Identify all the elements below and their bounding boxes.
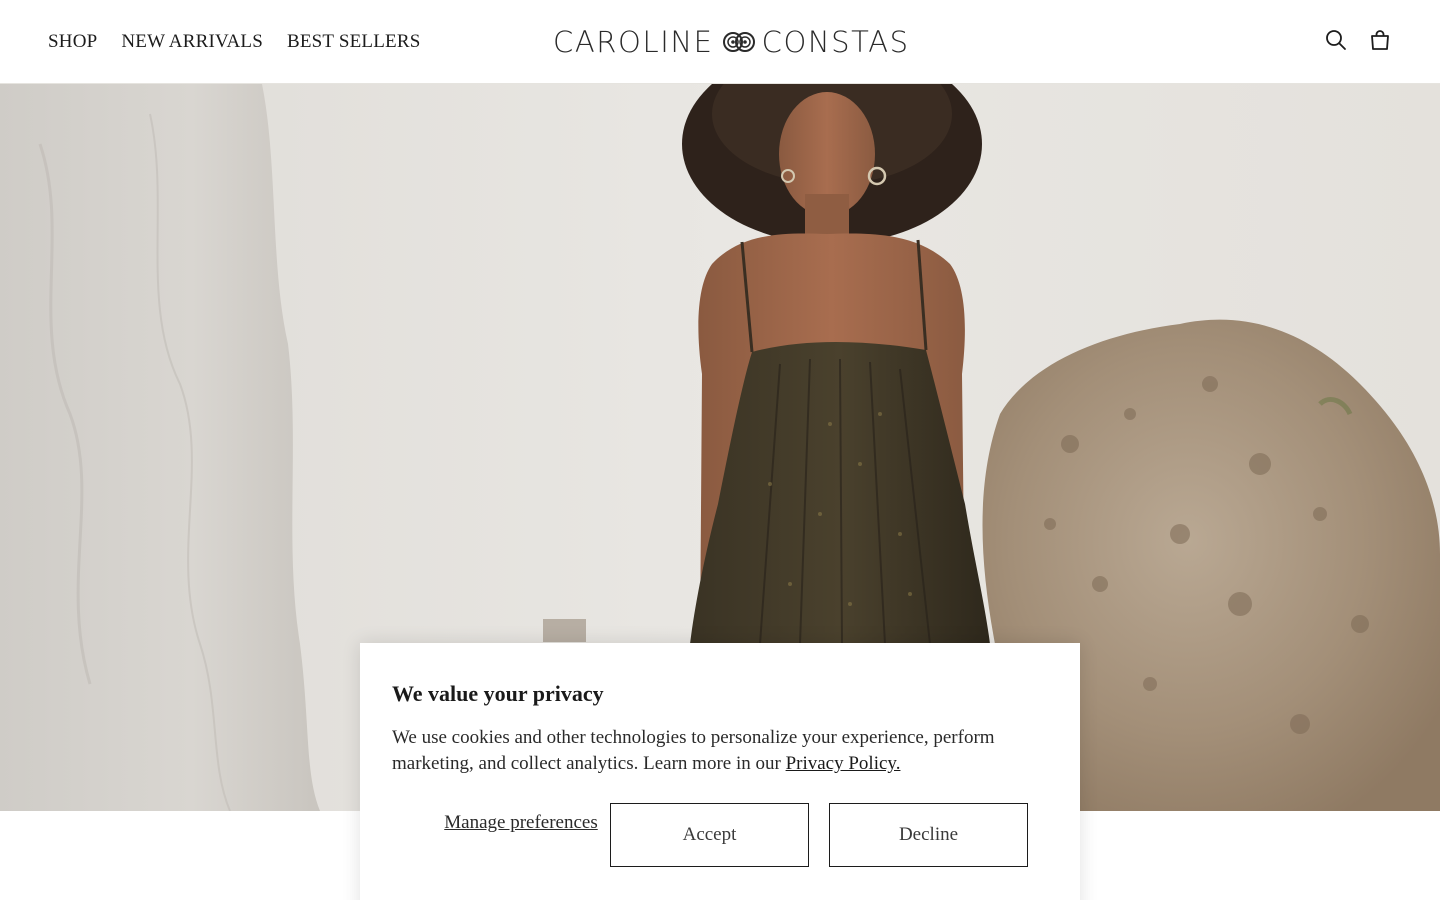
main-nav: SHOP NEW ARRIVALS BEST SELLERS	[48, 0, 420, 84]
logo-mark-icon	[722, 32, 755, 52]
cookie-consent-dialog: We value your privacy We use cookies and…	[360, 643, 1080, 900]
search-icon[interactable]	[1324, 28, 1348, 52]
site-header: SHOP NEW ARRIVALS BEST SELLERS CAROLINE …	[0, 0, 1440, 84]
privacy-policy-link[interactable]: Privacy Policy.	[786, 753, 901, 774]
accept-button[interactable]: Accept	[610, 803, 809, 867]
cookie-title: We value your privacy	[392, 681, 604, 706]
header-actions	[1324, 28, 1392, 52]
manage-preferences-button[interactable]: Manage preferences	[432, 811, 610, 835]
logo-text-right: CONSTAS	[761, 25, 910, 59]
cookie-actions: Manage preferences Accept Decline	[392, 803, 1048, 869]
decline-button[interactable]: Decline	[829, 803, 1028, 867]
bag-icon[interactable]	[1368, 28, 1392, 52]
nav-shop[interactable]: SHOP	[48, 31, 97, 53]
cookie-body-text: We use cookies and other technologies to…	[392, 727, 995, 774]
logo-text-left: CAROLINE	[553, 25, 714, 59]
nav-best-sellers[interactable]: BEST SELLERS	[287, 31, 421, 53]
brand-logo[interactable]: CAROLINE CONSTAS	[553, 24, 910, 60]
nav-new-arrivals[interactable]: NEW ARRIVALS	[121, 31, 263, 53]
cookie-body: We use cookies and other technologies to…	[392, 725, 1032, 777]
